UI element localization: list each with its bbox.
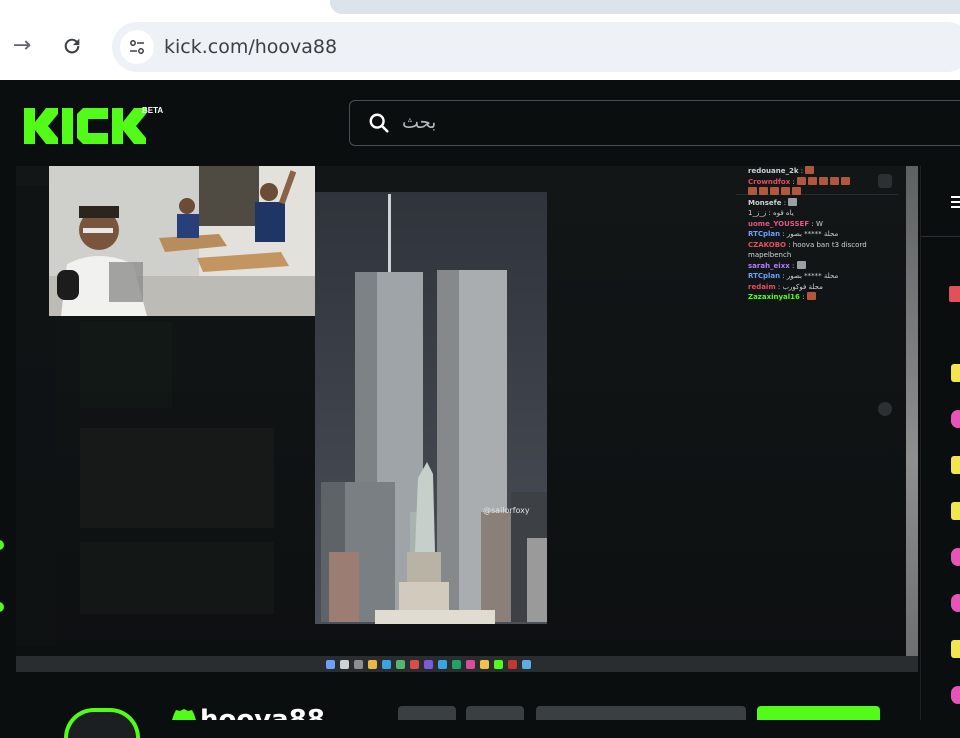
player-edge [906,166,918,656]
chat-badge [951,456,960,474]
taskbar-search-icon [340,660,349,669]
divider [921,236,960,237]
chat-badge [951,410,960,428]
shared-photo: @sailorfoxy [315,192,547,624]
taskbar-app-icon [410,660,419,669]
site-header: BETA بحث [0,80,960,166]
bg-thumbnail [80,542,274,614]
taskbar-start-icon [326,660,335,669]
url-text[interactable]: kick.com/hoova88 [164,36,337,58]
video-player[interactable]: @sailorfoxy redouane_2k : Crowndfox : Mo… [16,166,918,672]
chat-line: redaim : محلة فوكورب [748,282,823,291]
search-icon[interactable] [368,112,390,134]
taskbar-app-icon [382,660,391,669]
chat-badge [951,686,960,704]
chat-badge [951,502,960,520]
taskbar-folder-icon [368,660,377,669]
share-button[interactable] [466,706,524,720]
channel-name[interactable]: hoova88 [200,706,325,720]
taskbar-app-icon [480,660,489,669]
subscribe-button[interactable] [536,706,746,720]
chat-badge [949,286,960,302]
chat-badge [951,364,960,382]
chat-line: CZAKOBO : hoova ban t3 discord [748,240,867,249]
stream-chat-overlay: redouane_2k : Crowndfox : Monsefe : ياه … [748,166,898,346]
search-box[interactable]: بحث [349,100,960,146]
chat-line: RTCplan : محلة ***** بصور [748,230,839,238]
menu-icon[interactable] [951,196,960,198]
scroll-arrow-icon[interactable] [878,402,892,416]
taskbar-app-icon [354,660,363,669]
taskbar-app-icon [508,660,517,669]
gift-button[interactable] [398,706,456,720]
chat-panel [920,166,960,720]
verified-icon [172,709,196,720]
chat-line: uome_YOUSSEF : W [748,219,823,228]
taskbar-app-icon [466,660,475,669]
bg-thumbnail [80,322,172,408]
chat-line: mapelbench [748,251,792,259]
address-bar[interactable]: kick.com/hoova88 [112,22,960,72]
logo-badge: BETA [142,106,163,115]
chat-badge [951,548,960,566]
webcam-feed [49,166,315,316]
reload-icon[interactable] [58,32,86,60]
chat-badge [951,640,960,658]
chat-badge [951,594,960,612]
site-info-button[interactable] [120,30,154,64]
chat-line: redouane_2k : [748,166,898,177]
photo-watermark: @sailorfoxy [483,506,530,515]
chat-line: Crowndfox : [748,176,898,188]
search-placeholder: بحث [402,112,437,133]
chat-line: ياه قوه : ز_ز_1 [748,209,794,217]
taskbar-app-icon [494,660,503,669]
bg-thumbnail [80,428,274,528]
tune-icon [130,40,144,54]
chat-line: RTCplan : محلة ***** بصور [748,272,839,280]
taskbar-app-icon [522,660,531,669]
taskbar-app-icon [424,660,433,669]
sidebar-live-dot[interactable] [0,540,4,550]
chat-line: sarah_eixx : [748,260,898,272]
taskbar-app-icon [438,660,447,669]
kick-logo[interactable]: BETA [24,102,174,150]
taskbar-app-icon [452,660,461,669]
sidebar-live-dot[interactable] [0,602,4,612]
tab-strip [330,0,960,14]
chat-line: Zazaxinyal16 : [748,292,898,303]
chat-line: Monsefe : [748,197,898,209]
overlay-close-icon[interactable] [878,174,892,188]
follow-button[interactable] [757,706,880,720]
forward-icon[interactable]: → [8,32,36,60]
taskbar-app-icon [396,660,405,669]
browser-chrome: → kick.com/hoova88 [0,0,960,80]
main-stage: @sailorfoxy redouane_2k : Crowndfox : Mo… [0,166,960,720]
chat-line [748,187,898,198]
